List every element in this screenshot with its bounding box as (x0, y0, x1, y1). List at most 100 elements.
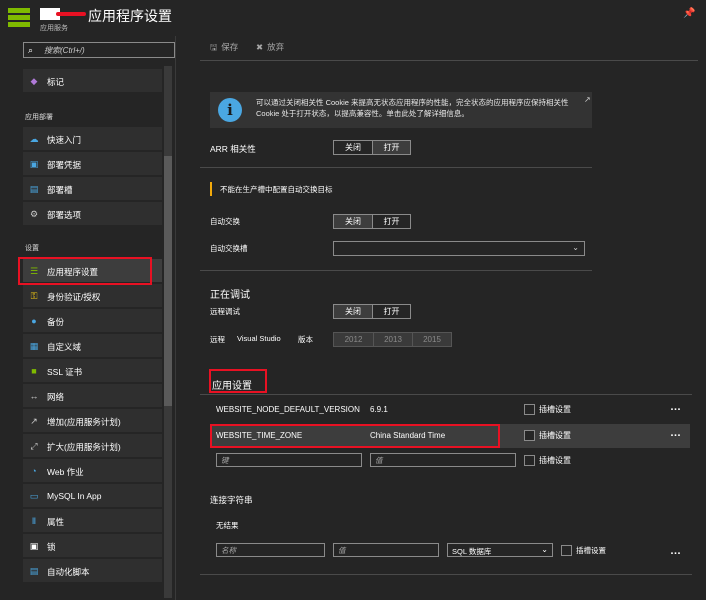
sidebar-item-quickstart[interactable]: ☁ 快速入门 (23, 127, 162, 151)
conn-value-input[interactable] (338, 545, 434, 555)
sidebar-item-label: 自定义域 (47, 342, 82, 352)
sidebar-item-scale-up[interactable]: ↗ 增加(应用服务计划) (23, 409, 162, 433)
quickstart-icon: ☁ (29, 134, 39, 144)
sidebar-item-backup[interactable]: ● 备份 (23, 309, 162, 333)
menu-scrollbar[interactable] (164, 66, 172, 598)
app-setting-value: 6.9.1 (370, 405, 388, 414)
sidebar-item-lock[interactable]: ▣ 锁 (23, 534, 162, 558)
app-setting-row[interactable]: WEBSITE_NODE_DEFAULT_VERSION 6.9.1 插槽设置 … (210, 398, 690, 422)
page-subtitle: 应用服务 (40, 25, 68, 32)
new-value-input[interactable] (375, 455, 511, 465)
remote-debugging-off-option[interactable]: 关闭 (334, 305, 372, 318)
sidebar-item-webjobs[interactable]: ◔ Web 作业 (23, 459, 162, 483)
menu-scrollbar-thumb[interactable] (164, 156, 172, 406)
webjobs-icon: ◔ (31, 466, 37, 476)
vs-2013-option: 2013 (373, 333, 412, 346)
sidebar-item-slots[interactable]: ▤ 部署槽 (23, 177, 162, 201)
pin-icon[interactable]: 📌 (683, 8, 695, 19)
slot-setting-checkbox[interactable] (524, 430, 535, 441)
vs-version-label-vs: Visual Studio (237, 334, 281, 343)
section-divider (200, 167, 592, 168)
automation-icon: ▤ (29, 566, 39, 576)
sidebar-item-custom-domain[interactable]: ▦ 自定义域 (23, 334, 162, 358)
sidebar-item-network[interactable]: ↔ 网络 (23, 384, 162, 408)
slot-setting-label: 插槽设置 (539, 405, 571, 414)
conn-type-select[interactable]: SQL 数据库 ⌄ (447, 543, 553, 557)
sidebar-item-tags[interactable]: ◆ 标记 (23, 69, 162, 93)
sidebar-item-auth[interactable]: ⚿ 身份验证/授权 (23, 284, 162, 308)
conn-more-options-icon[interactable]: … (670, 545, 682, 557)
chevron-down-icon: ⌄ (572, 243, 579, 252)
slot-setting-checkbox[interactable] (524, 455, 535, 466)
connection-strings-heading: 连接字符串 (210, 495, 253, 505)
discard-label: 放弃 (267, 42, 285, 52)
sidebar-item-label: 自动化脚本 (47, 567, 90, 577)
arr-affinity-toggle[interactable]: 关闭 打开 (333, 140, 411, 155)
conn-name-field[interactable] (216, 543, 325, 557)
remote-debugging-on-option[interactable]: 打开 (372, 305, 410, 318)
conn-value-field[interactable] (333, 543, 439, 557)
warning-text: 不能在生产槽中配置自动交换目标 (220, 185, 333, 194)
more-options-icon[interactable]: … (670, 401, 682, 413)
vs-2012-option: 2012 (334, 333, 373, 346)
auto-swap-off-option[interactable]: 关闭 (334, 215, 372, 228)
conn-name-input[interactable] (221, 545, 320, 555)
custom-domain-icon: ▦ (29, 341, 39, 351)
chevron-down-icon: ⌄ (541, 545, 548, 554)
sidebar-item-deploy-options[interactable]: ⚙ 部署选项 (23, 202, 162, 226)
section-app-deploy: 应用部署 (25, 114, 53, 121)
search-icon: ⌕ (28, 45, 34, 55)
sidebar-item-label: MySQL In App (47, 491, 102, 501)
sidebar-item-credentials[interactable]: ▣ 部署凭据 (23, 152, 162, 176)
menu-search[interactable]: ⌕ (23, 42, 175, 58)
new-key-input[interactable] (221, 455, 357, 465)
deploy-options-icon: ⚙ (29, 209, 39, 219)
search-input[interactable] (44, 44, 169, 56)
section-settings: 设置 (25, 245, 39, 252)
sidebar-item-label: 部署槽 (47, 185, 73, 195)
sidebar-item-scale-out[interactable]: ⤢ 扩大(应用服务计划) (23, 434, 162, 458)
auto-swap-warning: 不能在生产槽中配置自动交换目标 (210, 182, 582, 196)
remote-debugging-label: 远程调试 (210, 307, 240, 316)
vs-version-toggle: 2012 2013 2015 (333, 332, 452, 347)
remote-debugging-toggle[interactable]: 关闭 打开 (333, 304, 411, 319)
sidebar-item-label: 身份验证/授权 (47, 292, 101, 302)
auto-swap-slot-label: 自动交换槽 (210, 244, 248, 253)
vs-2015-option: 2015 (412, 333, 451, 346)
vs-version-label-remote: 远程 (210, 335, 225, 344)
info-icon: i (218, 98, 242, 122)
settings-blade: 🖫 保存 ✖ 放弃 i 可以通过关闭相关性 Cookie 来提高无状态应用程序的性能… (192, 36, 706, 600)
new-value-field[interactable] (370, 453, 516, 467)
sidebar-item-ssl[interactable]: ■ SSL 证书 (23, 359, 162, 383)
auto-swap-slot-dropdown[interactable]: ⌄ (333, 241, 585, 256)
new-key-field[interactable] (216, 453, 362, 467)
auto-swap-toggle[interactable]: 关闭 打开 (333, 214, 411, 229)
discard-button[interactable]: ✖ 放弃 (256, 41, 284, 53)
app-settings-divider (200, 394, 692, 395)
auto-swap-on-option[interactable]: 打开 (372, 215, 410, 228)
scale-out-icon: ⤢ (30, 441, 38, 451)
slot-setting-checkbox[interactable] (524, 404, 535, 415)
arr-off-option[interactable]: 关闭 (334, 141, 372, 154)
arr-on-option[interactable]: 打开 (372, 141, 410, 154)
scale-up-icon: ↗ (30, 416, 38, 426)
external-link-icon[interactable]: ↗ (584, 95, 591, 104)
affinity-info-box[interactable]: i 可以通过关闭相关性 Cookie 来提高无状态应用程序的性能，完全状态的应用… (210, 92, 592, 128)
sidebar-item-mysql[interactable]: ▭ MySQL In App (23, 484, 162, 508)
sidebar-item-label: 快速入门 (47, 135, 82, 145)
slot-setting-label: 插槽设置 (539, 431, 571, 440)
network-icon: ↔ (29, 391, 39, 401)
section-divider (200, 574, 692, 575)
conn-slot-setting-checkbox[interactable] (561, 545, 572, 556)
ssl-icon: ■ (31, 366, 37, 376)
save-icon: 🖫 (210, 42, 218, 52)
sidebar-item-label: 部署选项 (47, 210, 82, 220)
more-options-icon[interactable]: … (670, 427, 682, 439)
sidebar-item-automation[interactable]: ▤ 自动化脚本 (23, 559, 162, 583)
app-setting-key: WEBSITE_NODE_DEFAULT_VERSION (216, 405, 360, 414)
sidebar-item-properties[interactable]: Ⅱ 属性 (23, 509, 162, 533)
slot-setting-label: 插槽设置 (539, 456, 571, 465)
save-button[interactable]: 🖫 保存 (210, 41, 238, 56)
sidebar-item-label: 部署凭据 (47, 160, 82, 170)
highlight-app-settings-heading (209, 369, 267, 393)
